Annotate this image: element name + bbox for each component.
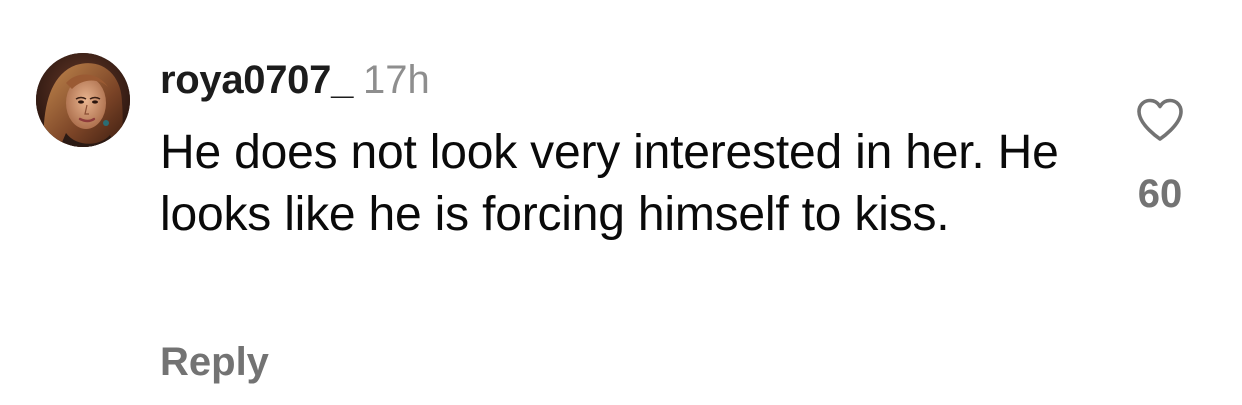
profile-photo (36, 53, 130, 147)
reply-button[interactable]: Reply (160, 338, 269, 386)
timestamp: 17h (363, 58, 430, 102)
username-link[interactable]: roya0707_ (160, 58, 353, 102)
like-count: 60 (1137, 172, 1183, 216)
like-button[interactable] (1130, 90, 1190, 150)
avatar[interactable] (36, 53, 130, 147)
comment-item: roya0707_ 17h He does not look very inter… (0, 0, 1242, 405)
heart-outline-icon (1137, 98, 1183, 141)
comment-text: He does not look very interested in her.… (160, 126, 1059, 241)
comment-meta: roya0707_ 17h (160, 58, 430, 102)
